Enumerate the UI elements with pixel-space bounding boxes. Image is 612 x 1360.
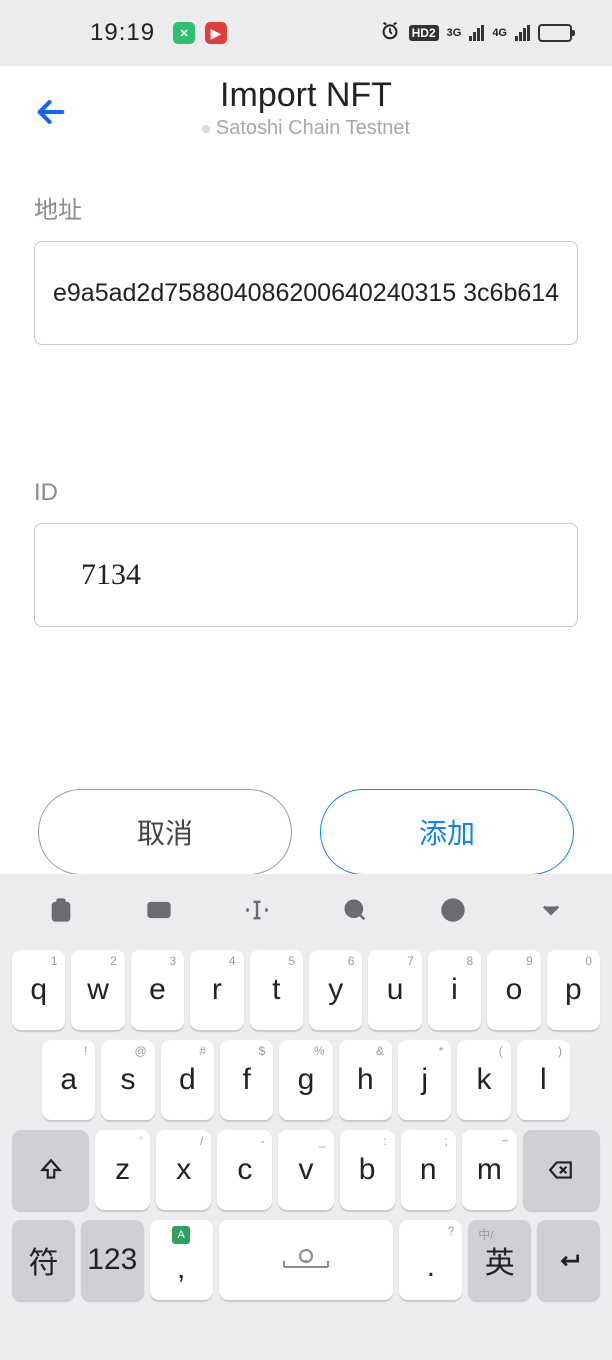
- key-j[interactable]: *j: [398, 1040, 451, 1120]
- address-input[interactable]: e9a5ad2d758804086200640240315 3c6b614: [34, 241, 578, 345]
- key-e[interactable]: 3e: [131, 950, 184, 1030]
- page-title: Import NFT: [0, 76, 612, 115]
- key-b[interactable]: :b: [340, 1130, 395, 1210]
- key-v[interactable]: _v: [278, 1130, 333, 1210]
- key-x[interactable]: /x: [156, 1130, 211, 1210]
- page-header: Import NFT Satoshi Chain Testnet: [0, 66, 612, 166]
- battery-icon: [538, 24, 572, 42]
- address-label: 地址: [34, 190, 578, 225]
- id-value: 7134: [81, 558, 141, 592]
- key-g[interactable]: %g: [279, 1040, 332, 1120]
- status-left: 19:19 ✕ ▶: [90, 19, 227, 47]
- keyboard-toolbar: [12, 884, 600, 942]
- alarm-icon: [379, 19, 401, 47]
- button-row: 取消 添加: [34, 789, 578, 875]
- space-key[interactable]: [219, 1220, 394, 1300]
- signal-bars-1: [469, 25, 484, 41]
- key-l[interactable]: )l: [517, 1040, 570, 1120]
- key-c[interactable]: -c: [217, 1130, 272, 1210]
- key-s[interactable]: @s: [101, 1040, 154, 1120]
- symbol-key[interactable]: 符: [12, 1220, 75, 1300]
- language-key[interactable]: 中/ 英: [468, 1220, 531, 1300]
- key-h[interactable]: &h: [339, 1040, 392, 1120]
- backspace-key[interactable]: [523, 1130, 600, 1210]
- id-input[interactable]: 7134: [34, 523, 578, 627]
- id-label: ID: [34, 479, 578, 507]
- page-subtitle: Satoshi Chain Testnet: [0, 117, 612, 140]
- kb-row-bottom: 符 123 A , ? . 中/ 英: [12, 1220, 600, 1300]
- key-i[interactable]: 8i: [428, 950, 481, 1030]
- numeric-key[interactable]: 123: [81, 1220, 144, 1300]
- address-value: e9a5ad2d758804086200640240315 3c6b614: [53, 279, 559, 308]
- search-icon[interactable]: [337, 896, 373, 931]
- kb-row-3: 'z/x-c_v:b;n~m: [12, 1130, 600, 1210]
- key-z[interactable]: 'z: [95, 1130, 150, 1210]
- key-y[interactable]: 6y: [309, 950, 362, 1030]
- key-f[interactable]: $f: [220, 1040, 273, 1120]
- add-button[interactable]: 添加: [320, 789, 574, 875]
- key-d[interactable]: #d: [161, 1040, 214, 1120]
- collapse-keyboard-icon[interactable]: [533, 896, 569, 931]
- key-o[interactable]: 9o: [487, 950, 540, 1030]
- net-3g-label: 3G: [447, 27, 462, 39]
- emoji-icon[interactable]: [435, 896, 471, 931]
- hd-badge: HD2: [409, 25, 439, 41]
- keyboard-icon[interactable]: [141, 896, 177, 931]
- kb-row-2: !a@s#d$f%g&h*j(k)l: [12, 1040, 600, 1120]
- key-w[interactable]: 2w: [71, 950, 124, 1030]
- back-arrow-icon[interactable]: [34, 94, 68, 139]
- signal-bars-2: [515, 25, 530, 41]
- key-q[interactable]: 1q: [12, 950, 65, 1030]
- cancel-button[interactable]: 取消: [38, 789, 292, 875]
- kb-row-1: 1q2w3e4r5t6y7u8i9o0p: [12, 950, 600, 1030]
- key-k[interactable]: (k: [457, 1040, 510, 1120]
- period-key[interactable]: ? .: [399, 1220, 462, 1300]
- key-p[interactable]: 0p: [547, 950, 600, 1030]
- app-icon-red: ▶: [205, 22, 227, 44]
- enter-key[interactable]: [537, 1220, 600, 1300]
- shift-key[interactable]: [12, 1130, 89, 1210]
- clipboard-icon[interactable]: [43, 896, 79, 931]
- content-area: Import NFT Satoshi Chain Testnet 地址 e9a5…: [0, 66, 612, 874]
- key-u[interactable]: 7u: [368, 950, 421, 1030]
- key-t[interactable]: 5t: [250, 950, 303, 1030]
- key-m[interactable]: ~m: [462, 1130, 517, 1210]
- net-4g-label: 4G: [492, 27, 507, 39]
- virtual-keyboard: 1q2w3e4r5t6y7u8i9o0p !a@s#d$f%g&h*j(k)l …: [0, 874, 612, 1360]
- app-icon-green: ✕: [173, 22, 195, 44]
- comma-key[interactable]: A ,: [150, 1220, 213, 1300]
- key-n[interactable]: ;n: [401, 1130, 456, 1210]
- form-section: 地址 e9a5ad2d758804086200640240315 3c6b614…: [0, 190, 612, 875]
- status-time: 19:19: [90, 19, 155, 47]
- key-r[interactable]: 4r: [190, 950, 243, 1030]
- status-right: HD2 3G 4G: [379, 19, 572, 47]
- status-bar: 19:19 ✕ ▶ HD2 3G 4G: [0, 0, 612, 66]
- cursor-icon[interactable]: [239, 896, 275, 931]
- key-a[interactable]: !a: [42, 1040, 95, 1120]
